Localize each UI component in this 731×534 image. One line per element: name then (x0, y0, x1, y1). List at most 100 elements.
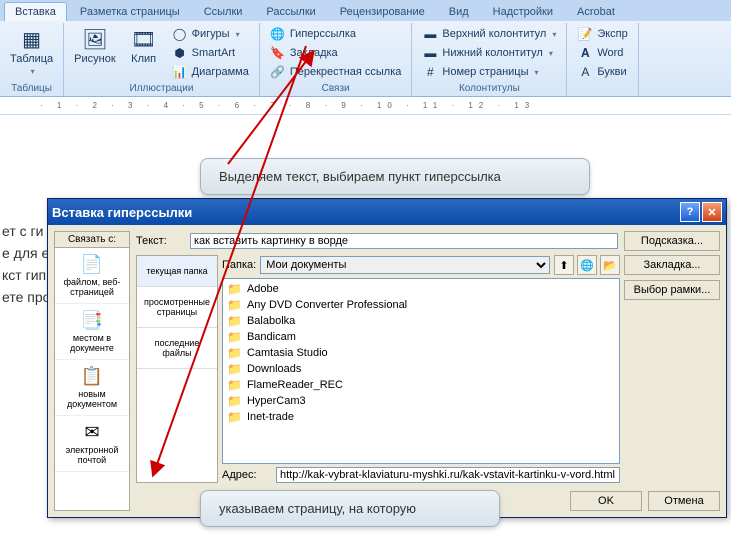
table-icon: ▦ (18, 27, 46, 51)
list-item[interactable]: 📁Camtasia Studio (225, 345, 617, 361)
list-item[interactable]: 📁Balabolka (225, 313, 617, 329)
wordart-icon: 𝐀 (577, 45, 593, 61)
list-item[interactable]: 📁Downloads (225, 361, 617, 377)
express-button[interactable]: 📝Экспр (573, 25, 631, 43)
link-to-new[interactable]: 📋новым документом (55, 360, 129, 416)
bookmark-dlg-button[interactable]: Закладка... (624, 255, 720, 275)
crossref-icon: 🔗 (270, 64, 286, 80)
address-input[interactable] (276, 467, 620, 483)
folder-icon: 📁 (227, 314, 242, 328)
ribbon-tabs: Вставка Разметка страницы Ссылки Рассылк… (0, 0, 731, 21)
link-to-panel: Связать с: 📄файлом, веб-страницей 📑место… (54, 231, 130, 511)
tab-mailings[interactable]: Рассылки (255, 2, 326, 21)
picture-button[interactable]: 🖼 Рисунок (70, 25, 120, 67)
group-headers: ▬Верхний колонтитул ▬Нижний колонтитул #… (412, 23, 567, 96)
folder-icon: 📁 (227, 298, 242, 312)
folder-icon: 📁 (227, 282, 242, 296)
list-item[interactable]: 📁Inet-trade (225, 409, 617, 425)
pagenum-icon: # (422, 64, 438, 80)
help-button[interactable]: ? (680, 202, 700, 222)
list-item[interactable]: 📁Any DVD Converter Professional (225, 297, 617, 313)
table-button[interactable]: ▦ Таблица (6, 25, 57, 78)
list-item[interactable]: 📁HyperCam3 (225, 393, 617, 409)
view-browsed-pages[interactable]: просмотренные страницы (137, 287, 217, 328)
callout-target-page: указываем страницу, на которую (200, 490, 500, 527)
group-illustrations: 🖼 Рисунок 🎞 Клип ◯Фигуры ⬢SmartArt 📊Диаг… (64, 23, 260, 96)
callout-select-text: Выделяем текст, выбираем пункт гиперссыл… (200, 158, 590, 195)
hyperlink-button[interactable]: 🌐Гиперссылка (266, 25, 406, 43)
ribbon: Вставка Разметка страницы Ссылки Рассылк… (0, 0, 731, 97)
link-to-email[interactable]: ✉электронной почтой (55, 416, 129, 472)
dialog-title: Вставка гиперссылки (52, 205, 192, 220)
file-list[interactable]: 📁Adobe 📁Any DVD Converter Professional 📁… (222, 278, 620, 464)
close-button[interactable]: ✕ (702, 202, 722, 222)
pagenum-button[interactable]: #Номер страницы (418, 63, 560, 81)
shapes-icon: ◯ (172, 26, 188, 42)
tab-acrobat[interactable]: Acrobat (566, 2, 626, 21)
shapes-button[interactable]: ◯Фигуры (168, 25, 253, 43)
list-item[interactable]: 📁FlameReader_REC (225, 377, 617, 393)
textbox-icon: 📝 (577, 26, 593, 42)
header-button[interactable]: ▬Верхний колонтитул (418, 25, 560, 43)
wordart-button[interactable]: 𝐀Word (573, 44, 631, 62)
tab-layout[interactable]: Разметка страницы (69, 2, 191, 21)
tab-view[interactable]: Вид (438, 2, 480, 21)
group-text-label (573, 92, 631, 96)
view-recent-files[interactable]: последние файлы (137, 328, 217, 369)
picture-label: Рисунок (74, 53, 116, 65)
footer-icon: ▬ (422, 45, 438, 61)
browse-web-button[interactable]: 🌐 (577, 255, 597, 275)
folder-icon: 📁 (227, 394, 242, 408)
table-label: Таблица (10, 53, 53, 65)
tab-insert[interactable]: Вставка (4, 2, 67, 21)
group-text: 📝Экспр 𝐀Word AБукви (567, 23, 638, 96)
dropcap-button[interactable]: AБукви (573, 63, 631, 81)
tab-review[interactable]: Рецензирование (329, 2, 436, 21)
bookmark-button[interactable]: 🔖Закладка (266, 44, 406, 62)
tab-addins[interactable]: Надстройки (482, 2, 564, 21)
smartart-button[interactable]: ⬢SmartArt (168, 44, 253, 62)
view-tabs: текущая папка просмотренные страницы пос… (136, 255, 218, 483)
folder-icon: 📁 (227, 346, 242, 360)
smartart-icon: ⬢ (172, 45, 188, 61)
folder-select[interactable]: Мои документы (260, 256, 550, 274)
clip-label: Клип (131, 53, 156, 65)
insert-hyperlink-dialog: Вставка гиперссылки ? ✕ Связать с: 📄файл… (47, 198, 727, 518)
folder-icon: 📁 (227, 410, 242, 424)
picture-icon: 🖼 (81, 27, 109, 51)
ok-button[interactable]: OK (570, 491, 642, 511)
group-links-label: Связи (266, 81, 406, 96)
crossref-button[interactable]: 🔗Перекрестная ссылка (266, 63, 406, 81)
dialog-titlebar[interactable]: Вставка гиперссылки ? ✕ (48, 199, 726, 225)
dropcap-icon: A (577, 64, 593, 80)
link-to-place[interactable]: 📑местом в документе (55, 304, 129, 360)
footer-button[interactable]: ▬Нижний колонтитул (418, 44, 560, 62)
ruler: · 1 · 2 · 3 · 4 · 5 · 6 · 7 · 8 · 9 · 10… (0, 97, 731, 115)
group-illus-label: Иллюстрации (70, 81, 253, 96)
view-current-folder[interactable]: текущая папка (137, 256, 217, 287)
list-item[interactable]: 📁Adobe (225, 281, 617, 297)
group-tables-label: Таблицы (6, 81, 57, 96)
display-text-input[interactable] (190, 233, 618, 249)
text-label: Текст: (136, 235, 184, 247)
folder-icon: 📁 (227, 362, 242, 376)
clip-icon: 🎞 (130, 27, 158, 51)
browse-file-button[interactable]: 📂 (600, 255, 620, 275)
folder-icon: 📁 (227, 330, 242, 344)
cancel-button[interactable]: Отмена (648, 491, 720, 511)
chart-button[interactable]: 📊Диаграмма (168, 63, 253, 81)
frame-button[interactable]: Выбор рамки... (624, 280, 720, 300)
email-icon: ✉ (84, 422, 99, 443)
chart-icon: 📊 (172, 64, 188, 80)
link-to-file[interactable]: 📄файлом, веб-страницей (55, 248, 129, 304)
bookmark-icon: 🔖 (270, 45, 286, 61)
list-item[interactable]: 📁Bandicam (225, 329, 617, 345)
up-folder-button[interactable]: ⬆ (554, 255, 574, 275)
tab-references[interactable]: Ссылки (193, 2, 254, 21)
folder-label: Папка: (222, 259, 256, 271)
ribbon-body: ▦ Таблица Таблицы 🖼 Рисунок 🎞 Клип ◯Фигу… (0, 21, 731, 96)
hint-button[interactable]: Подсказка... (624, 231, 720, 251)
folder-icon: 📁 (227, 378, 242, 392)
group-links: 🌐Гиперссылка 🔖Закладка 🔗Перекрестная ссы… (260, 23, 413, 96)
clip-button[interactable]: 🎞 Клип (126, 25, 162, 67)
